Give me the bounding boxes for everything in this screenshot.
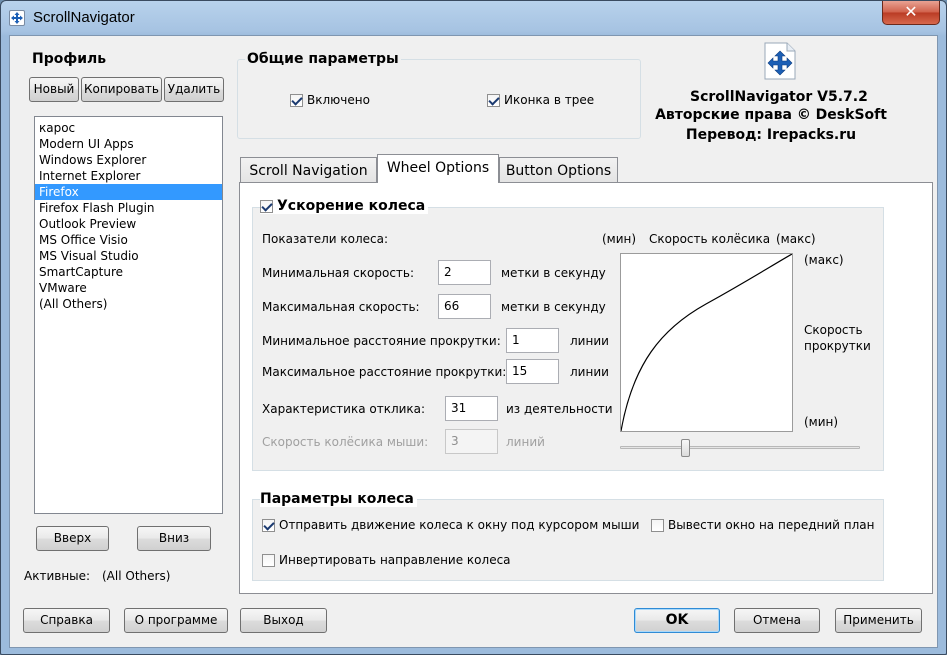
bring-to-front-checkbox[interactable]: Вывести окно на передний план	[651, 518, 874, 532]
about-button[interactable]: О программе	[124, 608, 228, 633]
send-to-cursor-window-checkbox[interactable]: Отправить движение колеса к окну под кур…	[262, 518, 639, 532]
tray-icon-checkbox[interactable]: Иконка в трее	[487, 93, 594, 107]
mouse-speed-unit: линий	[506, 435, 545, 449]
enabled-checkbox-box[interactable]	[290, 93, 303, 107]
mouse-speed-label: Скорость колёсика мыши:	[262, 435, 429, 449]
max-speed-label: Максимальная скорость:	[262, 300, 420, 314]
about-copyright: Авторские права © DeskSoft	[655, 107, 887, 123]
response-slider-track[interactable]	[620, 446, 860, 449]
wheel-indicators-label: Показатели колеса:	[262, 232, 388, 246]
graph-axis-label-1: Скорость	[804, 323, 863, 337]
acceleration-curve-svg	[620, 253, 793, 432]
graph-max-top-label: (макс)	[776, 232, 816, 246]
invert-direction-label: Инвертировать направление колеса	[279, 553, 511, 567]
client-area: Профиль Новый Копировать Удалить карос Mo…	[9, 35, 938, 648]
move-down-button[interactable]: Вниз	[137, 526, 211, 551]
list-item[interactable]: VMware	[35, 280, 222, 296]
min-speed-label: Минимальная скорость:	[262, 266, 415, 280]
list-item[interactable]: MS Office Visio	[35, 232, 222, 248]
help-button[interactable]: Справка	[23, 608, 110, 633]
list-item[interactable]: Internet Explorer	[35, 168, 222, 184]
list-item[interactable]: Modern UI Apps	[35, 136, 222, 152]
profile-heading: Профиль	[32, 51, 107, 67]
graph-title: Скорость колёсика	[649, 232, 771, 246]
delete-profile-button[interactable]: Удалить	[164, 77, 224, 102]
graph-min-right-label: (мин)	[804, 415, 839, 429]
max-distance-unit: линии	[570, 365, 609, 379]
list-item[interactable]: MS Visual Studio	[35, 248, 222, 264]
invert-direction-checkbox[interactable]: Инвертировать направление колеса	[262, 553, 511, 567]
main-window: ScrollNavigator ✕ Профиль Новый Копирова…	[0, 0, 947, 655]
copy-profile-button[interactable]: Копировать	[81, 77, 162, 102]
max-speed-input[interactable]: 66	[438, 294, 491, 319]
tray-icon-label: Иконка в трее	[504, 93, 595, 107]
active-value: (All Others)	[102, 569, 171, 583]
graph-max-right-label: (макс)	[804, 253, 844, 267]
response-label: Характеристика отклика:	[262, 402, 426, 416]
list-item[interactable]: Windows Explorer	[35, 152, 222, 168]
enabled-label: Включено	[307, 93, 370, 107]
tab-button-options[interactable]: Button Options	[499, 157, 618, 183]
tab-scroll-navigation[interactable]: Scroll Navigation	[240, 157, 377, 183]
wheel-params-heading: Параметры колеса	[260, 491, 417, 507]
invert-checkbox-box[interactable]	[262, 553, 275, 567]
title-bar[interactable]: ScrollNavigator ✕	[1, 1, 946, 35]
new-profile-button[interactable]: Новый	[29, 77, 79, 102]
active-label: Активные:	[24, 569, 91, 583]
send-checkbox-box[interactable]	[262, 518, 275, 532]
window-title: ScrollNavigator	[33, 9, 135, 26]
cancel-button[interactable]: Отмена	[734, 608, 820, 633]
wheel-accel-heading: Ускорение колеса	[277, 198, 426, 214]
list-item[interactable]: карос	[35, 120, 222, 136]
move-up-button[interactable]: Вверх	[36, 526, 109, 551]
min-distance-label: Минимальное расстояние прокрутки:	[262, 334, 501, 348]
mouse-speed-input: 3	[445, 429, 498, 454]
profile-list[interactable]: карос Modern UI Apps Windows Explorer Inter…	[34, 116, 223, 514]
max-distance-input[interactable]: 15	[506, 359, 559, 384]
list-item[interactable]: Firefox	[35, 184, 222, 200]
about-version: ScrollNavigator V5.7.2	[690, 89, 868, 105]
wheel-options-panel: Ускорение колеса Показатели колеса: Мини…	[239, 182, 933, 594]
response-slider-thumb[interactable]	[680, 439, 690, 457]
max-speed-unit: метки в секунду	[501, 300, 606, 314]
min-distance-unit: линии	[570, 334, 609, 348]
close-icon: ✕	[904, 2, 918, 21]
list-item[interactable]: Outlook Preview	[35, 216, 222, 232]
list-item[interactable]: (All Others)	[35, 296, 222, 312]
app-logo	[763, 42, 797, 80]
min-speed-unit: метки в секунду	[501, 266, 606, 280]
graph-axis-label-2: прокрутки	[804, 339, 871, 353]
tab-wheel-options[interactable]: Wheel Options	[377, 154, 499, 183]
response-input[interactable]: 31	[445, 396, 498, 421]
curve-line	[620, 253, 793, 432]
min-speed-input[interactable]: 2	[438, 260, 491, 285]
send-to-cursor-window-label: Отправить движение колеса к окну под кур…	[279, 518, 640, 532]
min-distance-input[interactable]: 1	[506, 328, 559, 353]
acceleration-curve	[620, 253, 793, 432]
general-params-heading: Общие параметры	[245, 51, 401, 67]
wheel-accel-checkbox-box[interactable]	[260, 199, 273, 213]
wheel-accel-checkbox[interactable]: Ускорение колеса	[260, 198, 429, 214]
bring-to-front-label: Вывести окно на передний план	[668, 518, 875, 532]
list-item[interactable]: SmartCapture	[35, 264, 222, 280]
graph-min-top-label: (мин)	[602, 232, 637, 246]
front-checkbox-box[interactable]	[651, 518, 664, 532]
max-distance-label: Максимальное расстояние прокрутки:	[262, 365, 507, 379]
ok-button[interactable]: OK	[634, 608, 720, 633]
response-unit: из деятельности	[506, 402, 613, 416]
apply-button[interactable]: Применить	[835, 608, 922, 633]
tray-checkbox-box[interactable]	[487, 93, 500, 107]
app-icon[interactable]	[9, 10, 25, 26]
about-translation: Перевод: Irepacks.ru	[685, 127, 857, 143]
list-item[interactable]: Firefox Flash Plugin	[35, 200, 222, 216]
exit-button[interactable]: Выход	[240, 608, 327, 633]
wheel-params-group	[252, 499, 884, 581]
close-button[interactable]: ✕	[882, 1, 940, 25]
enabled-checkbox[interactable]: Включено	[290, 93, 370, 107]
